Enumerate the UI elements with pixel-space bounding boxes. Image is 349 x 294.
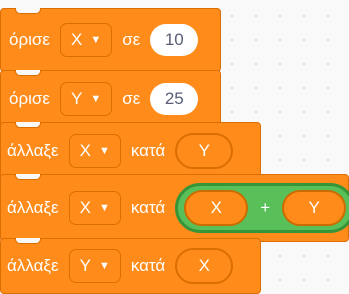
caret-down-icon: ▼ xyxy=(90,34,102,46)
value-input[interactable]: 10 xyxy=(150,24,199,56)
variable-reporter[interactable]: X xyxy=(175,248,234,284)
plus-sign: + xyxy=(260,198,271,217)
variable-dropdown[interactable]: X ▼ xyxy=(68,191,121,225)
variable-dropdown[interactable]: X ▼ xyxy=(68,134,121,168)
caret-down-icon: ▼ xyxy=(90,93,102,105)
block-keyword: όρισε xyxy=(9,30,50,49)
variable-name: X xyxy=(70,30,83,49)
variable-name: X xyxy=(79,198,91,217)
caret-down-icon: ▼ xyxy=(98,145,110,157)
variable-dropdown[interactable]: Y ▼ xyxy=(59,82,113,116)
block-preposition: κατά xyxy=(130,198,166,217)
variable-reporter[interactable]: X xyxy=(184,190,249,226)
block-keyword: άλλαξε xyxy=(7,256,59,275)
change-x-block[interactable]: άλλαξε X ▼ κατά Y xyxy=(0,122,261,180)
variable-name: Y xyxy=(79,256,91,275)
variable-reporter[interactable]: Y xyxy=(282,190,347,226)
block-keyword: άλλαξε xyxy=(7,141,59,160)
block-preposition: σε xyxy=(122,30,141,49)
variable-dropdown[interactable]: X ▼ xyxy=(59,23,113,57)
caret-down-icon: ▼ xyxy=(98,260,110,272)
block-keyword: άλλαξε xyxy=(7,198,59,217)
variable-dropdown[interactable]: Y ▼ xyxy=(68,249,121,283)
variable-reporter[interactable]: Y xyxy=(175,133,234,169)
block-preposition: σε xyxy=(122,89,141,108)
set-x-block[interactable]: όρισε X ▼ σε 10 xyxy=(0,8,221,72)
value-input[interactable]: 25 xyxy=(150,83,199,115)
block-preposition: κατά xyxy=(130,141,166,160)
variable-name: Y xyxy=(70,89,83,108)
addition-operator[interactable]: X + Y xyxy=(175,183,349,233)
variable-name: X xyxy=(79,141,91,160)
set-y-block[interactable]: όρισε Y ▼ σε 25 xyxy=(0,70,221,128)
change-x-by-sum-block[interactable]: άλλαξε X ▼ κατά X + Y xyxy=(0,174,349,242)
change-y-block[interactable]: άλλαξε Y ▼ κατά X xyxy=(0,238,261,294)
caret-down-icon: ▼ xyxy=(98,202,110,214)
block-keyword: όρισε xyxy=(9,89,50,108)
block-preposition: κατά xyxy=(130,256,166,275)
